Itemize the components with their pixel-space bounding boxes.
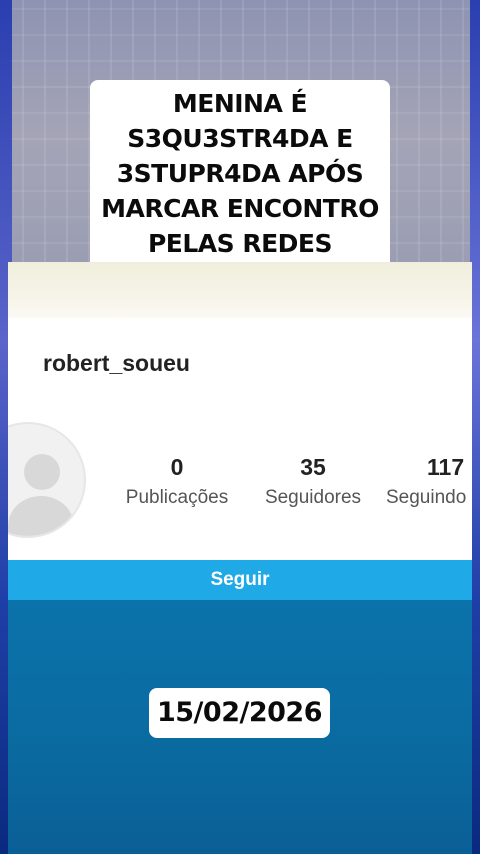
profile-username: robert_soueu [43, 350, 190, 376]
avatar-placeholder-body-icon [8, 496, 74, 536]
avatar[interactable] [8, 422, 86, 538]
headline-line: 3STUPR4DA APÓS [116, 159, 364, 188]
stat-following[interactable]: 117 Seguindo [386, 454, 472, 509]
headline-line: S3QU3STR4DA E [127, 124, 353, 153]
stat-followers-value: 35 [300, 454, 326, 480]
profile-top-bar [8, 262, 472, 318]
headline-line: MENINA É [172, 89, 308, 118]
stat-posts[interactable]: 0 Publicações [107, 454, 247, 509]
follow-button[interactable]: Seguir [8, 560, 472, 600]
stat-posts-label: Publicações [125, 487, 229, 508]
date-caption: 15/02/2026 [149, 688, 330, 738]
stat-followers-label: Seguidores [264, 487, 362, 508]
stat-posts-value: 0 [170, 454, 184, 480]
profile-screenshot: robert_soueu 0 Publicações 35 Seguidores… [8, 262, 472, 600]
headline-line: MARCAR ENCONTRO [101, 194, 379, 223]
avatar-placeholder-head-icon [24, 454, 60, 490]
stat-followers[interactable]: 35 Seguidores [243, 454, 383, 509]
stat-following-value: 117 [427, 454, 465, 480]
stat-following-label: Seguindo [386, 487, 467, 508]
